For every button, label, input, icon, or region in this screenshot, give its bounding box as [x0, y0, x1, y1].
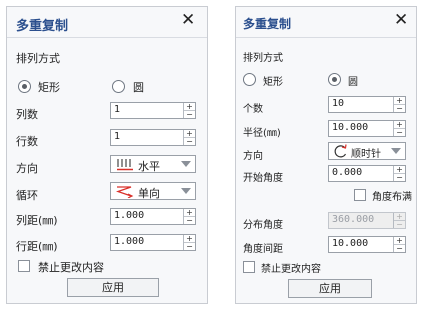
- direction-dropdown[interactable]: 水平: [110, 155, 196, 173]
- col-spacing-label: 列距(㎜): [16, 214, 58, 227]
- decrement-button[interactable]: −: [184, 138, 195, 146]
- col-spacing-value: 1.000: [114, 210, 145, 221]
- angle-spacing-stepper[interactable]: 10.000 + −: [328, 236, 406, 253]
- chevron-down-icon: [181, 161, 191, 167]
- apply-button[interactable]: 应用: [288, 279, 372, 298]
- start-angle-stepper[interactable]: 0.000 + −: [328, 165, 406, 182]
- radio-circle[interactable]: [328, 73, 341, 86]
- angle-spacing-value: 10.000: [332, 238, 369, 249]
- multi-copy-dialog-circle: 多重复制 ✕ 排列方式 矩形 圆 个数 10 + − 半径(㎜) 10.000 +…: [235, 6, 417, 304]
- radio-circle[interactable]: [112, 80, 125, 93]
- distribution-value: 360.000: [332, 214, 375, 225]
- direction-label: 方向: [16, 162, 38, 175]
- chevron-down-icon: [181, 188, 191, 194]
- distribution-label: 分布角度: [243, 220, 283, 231]
- radio-circle-label: 圆: [348, 77, 358, 88]
- decrement-button[interactable]: −: [394, 245, 405, 253]
- direction-dropdown[interactable]: 顺时针: [328, 142, 406, 160]
- close-icon[interactable]: ✕: [181, 10, 195, 30]
- fill-angle-label: 角度布满: [372, 192, 412, 203]
- loop-dropdown[interactable]: 单向: [110, 182, 196, 200]
- decrement-button[interactable]: −: [394, 174, 405, 182]
- col-spacing-stepper[interactable]: 1.000 + −: [110, 208, 196, 225]
- count-value: 10: [332, 98, 345, 109]
- decrement-button: −: [396, 220, 403, 229]
- direction-label: 方向: [243, 151, 263, 162]
- direction-value: 顺时针: [351, 149, 381, 160]
- row-spacing-stepper[interactable]: 1.000 + −: [110, 234, 196, 251]
- horizontal-arrange-icon: [117, 159, 133, 171]
- start-angle-value: 0.000: [332, 167, 363, 178]
- dialog-titlebar: 多重复制 ✕: [7, 7, 207, 38]
- radio-circle-label: 圆: [133, 81, 144, 94]
- multi-copy-dialog-rect: 多重复制 ✕ 排列方式 矩形 圆 列数 1 + − 行数 1 + − 方向 水平 循…: [6, 6, 208, 304]
- arrangement-label: 排列方式: [16, 52, 60, 65]
- decrement-button[interactable]: −: [184, 217, 195, 225]
- clockwise-arrow-icon: [334, 144, 347, 158]
- columns-value: 1: [114, 104, 121, 115]
- dialog-title: 多重复制: [16, 19, 69, 34]
- lock-content-checkbox[interactable]: [18, 260, 30, 272]
- fill-angle-checkbox[interactable]: [354, 189, 366, 201]
- row-spacing-label: 行距(㎜): [16, 240, 58, 253]
- lock-content-label: 禁止更改内容: [261, 264, 321, 275]
- radio-rect-label: 矩形: [263, 77, 283, 88]
- radio-rect[interactable]: [243, 73, 256, 86]
- radio-rect[interactable]: [18, 80, 31, 93]
- close-icon[interactable]: ✕: [394, 10, 408, 30]
- radius-stepper[interactable]: 10.000 + −: [328, 120, 406, 137]
- dialog-titlebar: 多重复制 ✕: [236, 7, 416, 38]
- radius-value: 10.000: [332, 122, 369, 133]
- rows-stepper[interactable]: 1 + −: [110, 129, 196, 146]
- decrement-button[interactable]: −: [394, 105, 405, 113]
- decrement-button[interactable]: −: [184, 243, 195, 251]
- direction-value: 水平: [138, 160, 160, 173]
- angle-spacing-label: 角度间距: [243, 244, 283, 255]
- loop-value: 单向: [138, 187, 160, 200]
- arrangement-label: 排列方式: [243, 53, 283, 64]
- decrement-button[interactable]: −: [184, 111, 195, 119]
- radius-label: 半径(㎜): [243, 128, 281, 139]
- loop-label: 循环: [16, 189, 38, 202]
- lock-content-checkbox[interactable]: [243, 261, 255, 273]
- count-label: 个数: [243, 104, 263, 115]
- chevron-down-icon: [391, 148, 401, 154]
- count-stepper[interactable]: 10 + −: [328, 96, 406, 113]
- lock-content-label: 禁止更改内容: [38, 261, 104, 274]
- decrement-button[interactable]: −: [394, 129, 405, 137]
- zigzag-arrow-icon: [116, 186, 134, 198]
- row-spacing-value: 1.000: [114, 236, 145, 247]
- columns-stepper[interactable]: 1 + −: [110, 102, 196, 119]
- rows-label: 行数: [16, 135, 38, 148]
- apply-button[interactable]: 应用: [67, 278, 159, 297]
- rows-value: 1: [114, 131, 121, 142]
- columns-label: 列数: [16, 108, 38, 121]
- dialog-title: 多重复制: [243, 17, 292, 31]
- start-angle-label: 开始角度: [243, 173, 283, 184]
- distribution-stepper: 360.000 + −: [328, 212, 406, 229]
- radio-rect-label: 矩形: [38, 81, 60, 94]
